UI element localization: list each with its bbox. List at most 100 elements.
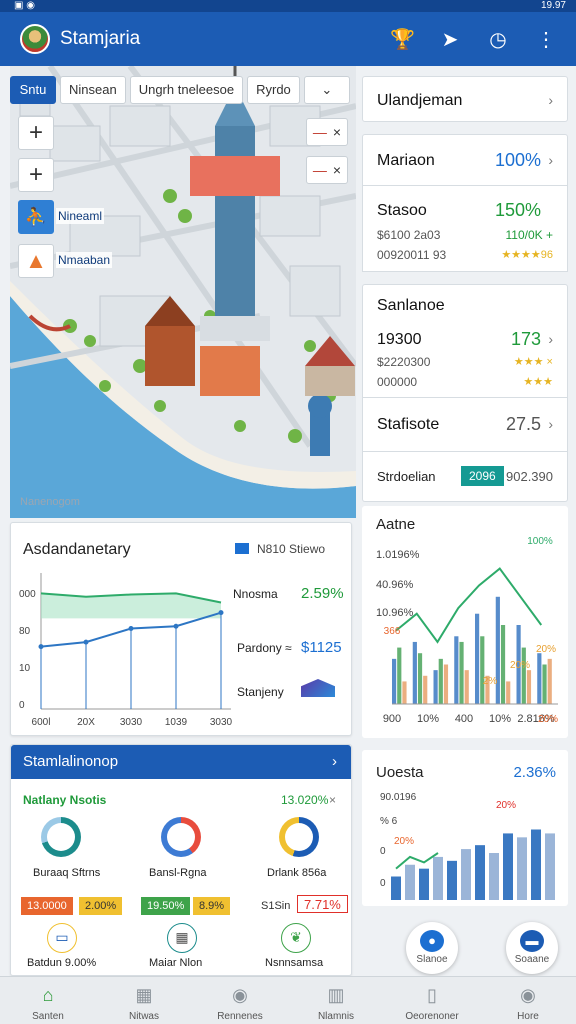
- bar: [480, 636, 485, 704]
- nav-profile[interactable]: ◉ Rennenes: [192, 977, 288, 1024]
- status-bar: ▣ ◉ 19.97: [0, 0, 576, 12]
- chart-item-label: Nnosma: [233, 587, 278, 601]
- avatar[interactable]: [20, 24, 50, 54]
- row-sanlanoe[interactable]: Sanlanoe 19300 173 › $2220300 ★★★ × 0000…: [362, 284, 568, 398]
- y-tick-label: 1.0196%: [376, 549, 420, 561]
- arrow-up-icon[interactable]: ▲: [18, 244, 54, 278]
- more-vert-icon[interactable]: ⋮: [534, 27, 558, 52]
- row-stafisote[interactable]: Stafisote 27.5 ›: [362, 398, 568, 452]
- box-icon[interactable]: ▦: [167, 923, 197, 953]
- bar: [447, 860, 457, 900]
- zoom-in-button[interactable]: +: [18, 116, 54, 150]
- bar: [537, 653, 542, 704]
- bar: [397, 647, 402, 704]
- zoom-out-button[interactable]: +: [18, 158, 54, 192]
- bar: [443, 664, 449, 704]
- chart-item-value: 2.59%: [301, 585, 344, 602]
- nav-stats[interactable]: ▥ Nlamnis: [288, 977, 384, 1024]
- fab-soaane[interactable]: ▬ Soaane: [506, 922, 558, 974]
- row-sub2: 00920011 93: [377, 248, 447, 262]
- x-tick-label: 400: [455, 713, 473, 725]
- icon-label: Nsnnsamsa: [265, 957, 324, 969]
- fab-label: Soaane: [514, 954, 550, 965]
- map-watermark: Nanenogom: [20, 496, 80, 508]
- y-tick-label: 40.96%: [376, 579, 414, 591]
- summary-sub-label: Natlany Nsotis: [23, 793, 107, 807]
- annotation-label: 20%: [536, 644, 556, 655]
- annotation-label: 100%: [527, 536, 553, 547]
- city-map[interactable]: [10, 66, 356, 518]
- close-icon[interactable]: ×: [329, 793, 336, 807]
- chevron-right-icon: ›: [548, 92, 553, 108]
- clock-icon[interactable]: ◷: [486, 27, 510, 52]
- donut-label: Buraaq Sftrns: [33, 867, 101, 879]
- x-tick-label: 600l: [32, 717, 51, 728]
- tab-sntu[interactable]: Sntu: [10, 76, 56, 104]
- summary-sub-value: 13.020%: [281, 793, 329, 807]
- map-tabs: Sntu Ninsean Ungrh tneleesoe Ryrdo ⌄: [10, 76, 350, 104]
- row-stasoo[interactable]: Stasoo 150% $6100 2a03 110/0K + 00920011…: [362, 186, 568, 272]
- map-dropdown[interactable]: ⌄: [303, 76, 350, 104]
- trend-line: [395, 852, 439, 870]
- bar: [433, 670, 438, 704]
- nav-docs[interactable]: ▯ Oeorenoner: [384, 977, 480, 1024]
- bar: [517, 837, 527, 900]
- bank-icon: ▥: [327, 985, 345, 1005]
- x-tick-label: 3030: [210, 717, 233, 728]
- donut-label: Bansl-Rgna: [149, 867, 207, 879]
- bar: [531, 829, 541, 900]
- y-tick-label: 0: [380, 846, 386, 857]
- bar: [433, 856, 443, 900]
- chevron-right-icon: ›: [332, 753, 337, 770]
- leaf-icon[interactable]: ❦: [281, 923, 311, 953]
- nav-more[interactable]: ◉ Hore: [480, 977, 576, 1024]
- user-icon: ◉: [520, 985, 536, 1005]
- bar: [506, 681, 511, 704]
- y-tick-label: 80: [19, 626, 31, 637]
- stat-tag: 13.0000: [21, 897, 73, 915]
- nav-news[interactable]: ▦ Nitwas: [96, 977, 192, 1024]
- status-icons: ▣ ◉: [14, 0, 35, 11]
- chevron-right-icon: ›: [548, 152, 553, 168]
- row-sub: $2220300: [377, 355, 431, 369]
- row-label-2: 19300: [377, 331, 422, 348]
- tab-ryrdo[interactable]: Ryrdo: [247, 76, 300, 104]
- row-value: 173: [510, 329, 541, 349]
- navigate-icon[interactable]: ➤: [438, 27, 462, 52]
- row-value: 150%: [494, 200, 541, 220]
- bar: [405, 864, 415, 900]
- row-label: Stasoo: [377, 202, 427, 219]
- y-tick-label: % 6: [380, 816, 398, 827]
- right-header-card[interactable]: Ulandjeman ›: [362, 76, 568, 122]
- tab-ungrh[interactable]: Ungrh tneleesoe: [129, 76, 244, 104]
- y-tick-label: 0: [380, 878, 386, 889]
- row-sub2: 000000: [377, 375, 418, 389]
- annotation-label: 20%: [496, 800, 516, 811]
- bar-chart: 90.0196 % 6 0 0 20% 20%: [380, 792, 555, 900]
- tab-ninsean[interactable]: Ninsean: [60, 76, 126, 104]
- uoesta-card: Uoesta 2.36% 90.0196% 6 0 0 20% 20%: [362, 750, 568, 906]
- map-mini-button-1[interactable]: — ×: [306, 118, 348, 146]
- map-mini-button-2[interactable]: — ×: [306, 156, 348, 184]
- card-icon[interactable]: ▭: [47, 923, 77, 953]
- map-label-1: Nineaml: [56, 208, 105, 224]
- nav-home[interactable]: ⌂ Santen: [0, 977, 96, 1024]
- summary-header[interactable]: Stamlalinonop ›: [11, 745, 351, 779]
- person-icon: ◉: [232, 985, 248, 1005]
- bar: [402, 681, 407, 704]
- row-mariaon[interactable]: Mariaon 100% ›: [362, 134, 568, 186]
- annotation-label: 20%: [394, 836, 414, 847]
- bar: [417, 653, 423, 704]
- line-chart: 000 80 10 0 600l 20X 3030 1039 3030: [19, 573, 233, 728]
- fab-slanoe[interactable]: ● Slanoe: [406, 922, 458, 974]
- stat-tag: 2.00%: [79, 897, 123, 915]
- trophy-icon[interactable]: 🏆: [390, 27, 415, 52]
- star-rating: ★★★: [523, 376, 553, 388]
- bar: [500, 625, 506, 704]
- stat-tag: S1Sin: [261, 900, 291, 912]
- row-label: Sanlanoe: [377, 297, 445, 314]
- person-icon[interactable]: ⛹: [18, 200, 54, 234]
- row-strdoelian[interactable]: Strdoelian 2096 902.390: [362, 452, 568, 502]
- summary-panel: Stamlalinonop › Natlany Nsotis 13.020% ×…: [10, 744, 352, 976]
- bar: [461, 849, 471, 900]
